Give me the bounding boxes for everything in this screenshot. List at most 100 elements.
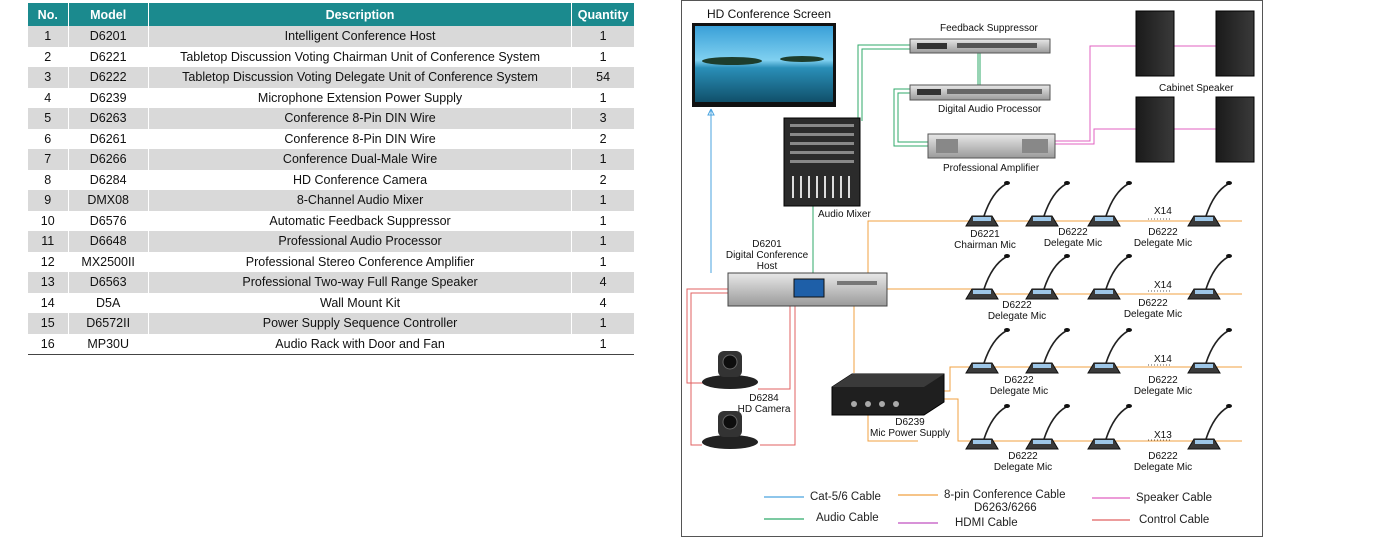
table-header-row: No. Model Description Quantity (28, 3, 634, 26)
system-diagram: HD Conference Screen Feedback Suppressor… (681, 0, 1263, 537)
cell-model: D6201 (68, 26, 149, 47)
cell-no: 7 (28, 149, 69, 170)
cell-description: HD Conference Camera (148, 169, 573, 190)
header-no: No. (28, 3, 69, 26)
delegate-mic (1087, 254, 1132, 300)
delegate-model-label: D6222 (1002, 300, 1032, 311)
cell-model: MP30U (68, 333, 149, 355)
cell-quantity: 2 (571, 169, 634, 190)
delegate-model-label: D6222 (1004, 375, 1034, 386)
delegate-model-label: D6222 (1058, 227, 1088, 238)
professional-amplifier-label: Professional Amplifier (943, 163, 1040, 174)
delegate-mic (1087, 404, 1132, 450)
camera-name-label: HD Camera (737, 404, 791, 415)
table-body: 1 D6201 Intelligent Conference Host 1 2 D6221… (28, 26, 634, 355)
cell-model: D6576 (68, 210, 149, 231)
cell-description: Microphone Extension Power Supply (148, 87, 573, 108)
cell-description: Professional Two-way Full Range Speaker (148, 272, 573, 293)
cell-quantity: 1 (571, 46, 634, 67)
digital-audio-processor-label: Digital Audio Processor (938, 104, 1042, 115)
cell-quantity: 1 (571, 313, 634, 334)
cell-description: Professional Audio Processor (148, 231, 573, 252)
delegate-mic (1187, 254, 1232, 300)
power-name-label: Mic Power Supply (869, 428, 951, 439)
chairman-model-label: D6221 (970, 229, 1000, 240)
cell-quantity: 1 (571, 251, 634, 272)
feedback-suppressor-unit (909, 38, 1051, 54)
delegate-mic (1087, 328, 1132, 374)
delegate-mic (1087, 181, 1132, 227)
mic-power-supply-device (831, 373, 945, 416)
cell-model: D6221 (68, 46, 149, 67)
cell-no: 2 (28, 46, 69, 67)
header-description: Description (148, 3, 573, 26)
conference-host-device (727, 272, 888, 307)
legend-conference-cable-models: D6263/6266 (974, 502, 1037, 514)
table-row: 8 D6284 HD Conference Camera 2 (28, 169, 634, 190)
delegate-mic (965, 328, 1010, 374)
cell-quantity: 4 (571, 292, 634, 313)
cell-model: D5A (68, 292, 149, 313)
cell-description: 8-Channel Audio Mixer (148, 190, 573, 211)
cell-model: DMX08 (68, 190, 149, 211)
table-row: 12 MX2500II Professional Stereo Conference… (28, 251, 634, 272)
cell-quantity: 54 (571, 67, 634, 88)
cell-quantity: 1 (571, 26, 634, 47)
table-row: 16 MP30U Audio Rack with Door and Fan 1 (28, 333, 634, 355)
hd-conference-screen (692, 23, 836, 107)
table-row: 5 D6263 Conference 8-Pin DIN Wire 3 (28, 108, 634, 129)
cell-no: 11 (28, 231, 69, 252)
delegate-mic (965, 254, 1010, 300)
cell-description: Wall Mount Kit (148, 292, 573, 313)
cell-no: 15 (28, 313, 69, 334)
cell-no: 8 (28, 169, 69, 190)
cell-description: Conference Dual-Male Wire (148, 149, 573, 170)
header-model: Model (68, 3, 149, 26)
legend-speaker-cable: Speaker Cable (1136, 492, 1213, 504)
cell-no: 3 (28, 67, 69, 88)
cell-no: 14 (28, 292, 69, 313)
header-quantity: Quantity (571, 3, 634, 26)
legend-hdmi-cable: HDMI Cable (955, 517, 1018, 529)
table-row: 4 D6239 Microphone Extension Power Supply 1 (28, 87, 634, 108)
delegate-name-label: Delegate Mic (989, 386, 1049, 397)
delegate-model-label: D6222 (1148, 227, 1178, 238)
cell-no: 12 (28, 251, 69, 272)
cell-description: Tabletop Discussion Voting Delegate Unit… (148, 67, 573, 88)
cell-description: Audio Rack with Door and Fan (148, 333, 573, 355)
cell-quantity: 4 (571, 272, 634, 293)
chairman-name-label: Chairman Mic (954, 240, 1016, 251)
legend-audio-cable: Audio Cable (816, 512, 879, 524)
power-model-label: D6239 (895, 417, 925, 428)
cell-no: 5 (28, 108, 69, 129)
cell-description: Conference 8-Pin DIN Wire (148, 108, 573, 129)
table-row: 10 D6576 Automatic Feedback Suppressor 1 (28, 210, 634, 231)
delegate-mic (1025, 328, 1070, 374)
cell-description: Power Supply Sequence Controller (148, 313, 573, 334)
camera-model-label: D6284 (749, 393, 779, 404)
cell-no: 10 (28, 210, 69, 231)
table-row: 15 D6572II Power Supply Sequence Controlle… (28, 313, 634, 334)
cell-no: 6 (28, 128, 69, 149)
table-row: 14 D5A Wall Mount Kit 4 (28, 292, 634, 313)
feedback-suppressor-label: Feedback Suppressor (940, 23, 1038, 34)
cell-model: D6263 (68, 108, 149, 129)
cell-quantity: 1 (571, 190, 634, 211)
table-row: 9 DMX08 8-Channel Audio Mixer 1 (28, 190, 634, 211)
cell-no: 16 (28, 333, 69, 355)
delegate-mic (1025, 181, 1070, 227)
mic-row-2-multiplier: X14 (1154, 280, 1172, 291)
delegate-name-label: Delegate Mic (993, 462, 1053, 473)
cell-model: D6222 (68, 67, 149, 88)
audio-mixer-label: Audio Mixer (818, 209, 871, 220)
cell-no: 4 (28, 87, 69, 108)
delegate-mic (1025, 404, 1070, 450)
legend-control-cable: Control Cable (1139, 514, 1210, 526)
delegate-name-label: Delegate Mic (1133, 238, 1193, 249)
equipment-table: No. Model Description Quantity 1 D6201 Int… (28, 3, 634, 355)
cell-model: D6648 (68, 231, 149, 252)
table-row: 3 D6222 Tabletop Discussion Voting Delegat… (28, 67, 634, 88)
delegate-name-label: Delegate Mic (1133, 386, 1193, 397)
host-name-label-2: Host (756, 261, 778, 272)
cell-model: D6284 (68, 169, 149, 190)
